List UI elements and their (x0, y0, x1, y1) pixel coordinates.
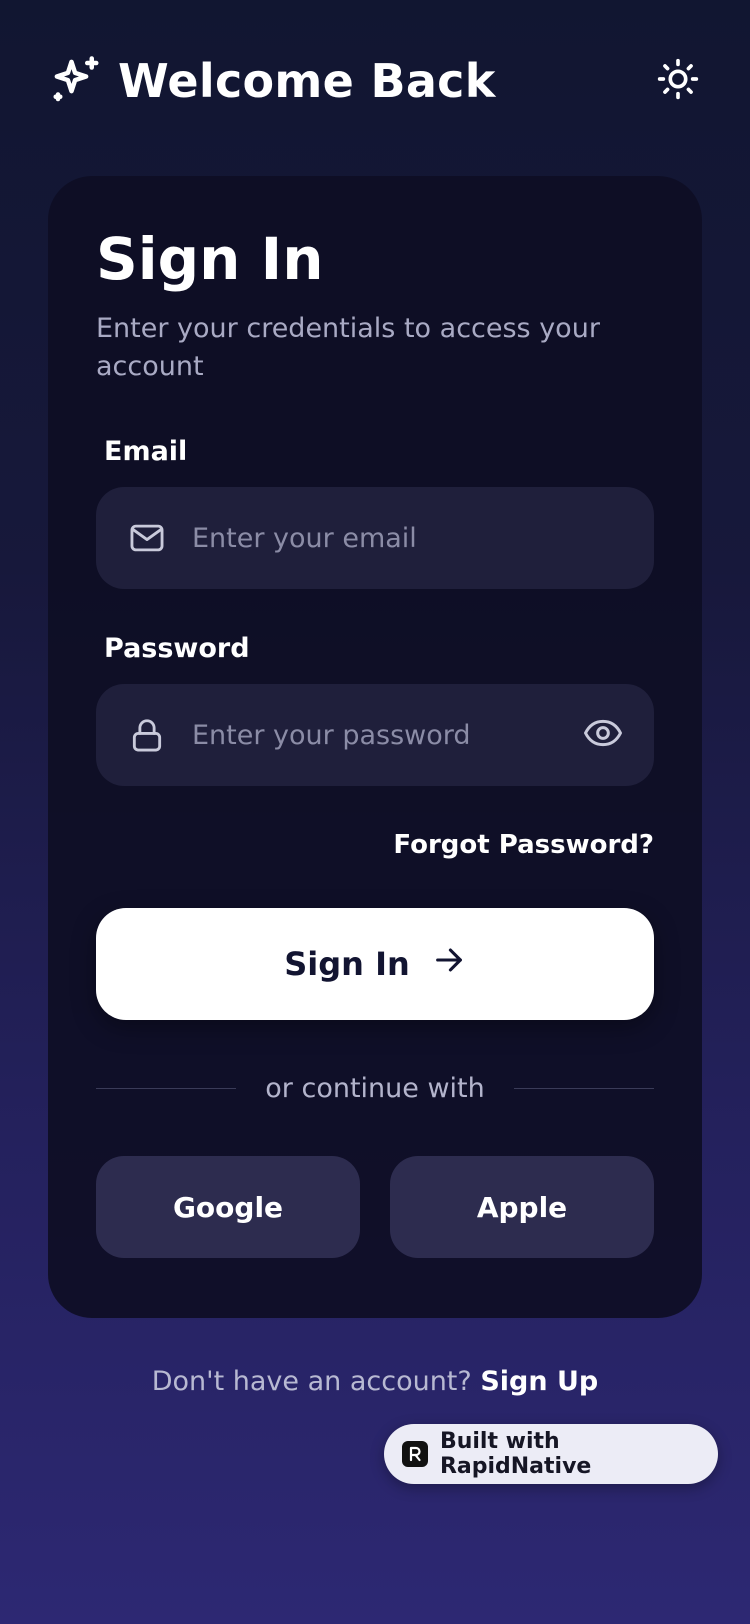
rapidnative-logo-icon (402, 1441, 428, 1467)
show-password-button[interactable] (582, 714, 624, 756)
eye-icon (583, 713, 623, 757)
password-field[interactable] (96, 684, 654, 786)
google-button[interactable]: Google (96, 1156, 360, 1258)
brand: Welcome Back (48, 53, 496, 109)
signin-button[interactable]: Sign In (96, 908, 654, 1020)
password-label: Password (104, 633, 250, 664)
page-title: Welcome Back (118, 54, 496, 108)
forgot-password-link[interactable]: Forgot Password? (393, 830, 654, 860)
divider-text: or continue with (265, 1072, 485, 1104)
divider-line-left (96, 1087, 236, 1089)
email-field[interactable] (96, 487, 654, 589)
signin-card: Sign In Enter your credentials to access… (48, 176, 702, 1318)
forgot-row: Forgot Password? (96, 830, 654, 860)
social-buttons: Google Apple (96, 1156, 654, 1258)
email-label: Email (104, 436, 188, 467)
signup-prompt: Don't have an account? (151, 1366, 472, 1397)
signin-button-label: Sign In (284, 945, 410, 983)
divider-line-right (514, 1087, 654, 1089)
arrow-right-icon (432, 943, 466, 985)
signup-link[interactable]: Sign Up (480, 1366, 598, 1397)
mail-icon (128, 519, 166, 557)
lock-icon (128, 716, 166, 754)
built-with-badge[interactable]: Built with RapidNative (384, 1424, 718, 1484)
email-input[interactable] (192, 522, 624, 554)
divider: or continue with (96, 1070, 654, 1106)
signin-subtitle: Enter your credentials to access your ac… (96, 313, 600, 382)
sparkles-icon (48, 53, 104, 109)
badge-label: Built with RapidNative (439, 1429, 592, 1479)
header: Welcome Back (48, 48, 702, 114)
sun-icon (656, 57, 700, 105)
signin-title: Sign In (96, 225, 324, 293)
apple-button[interactable]: Apple (390, 1156, 654, 1258)
signup-row: Don't have an account? Sign Up (0, 1366, 750, 1397)
password-input[interactable] (192, 719, 582, 751)
theme-toggle-button[interactable] (654, 57, 702, 105)
